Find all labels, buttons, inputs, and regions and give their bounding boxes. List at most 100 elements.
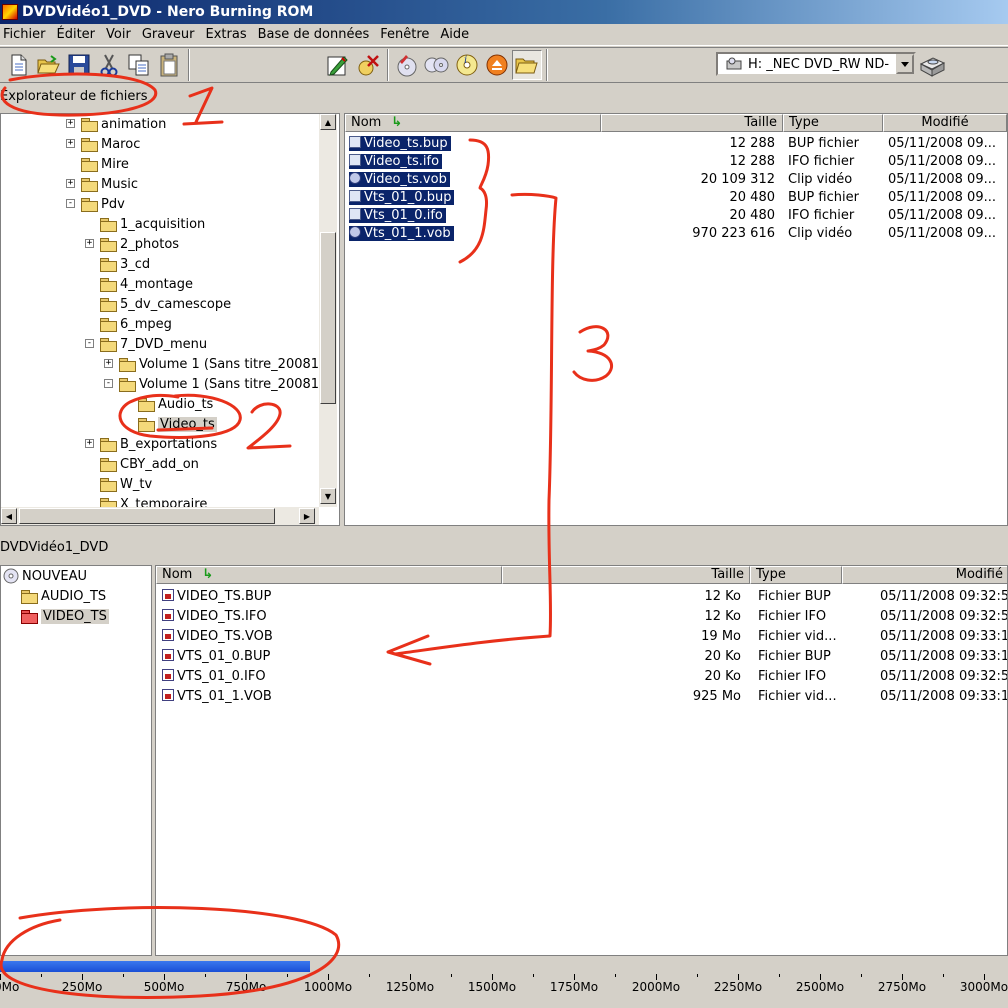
- scroll-right-arrow-icon[interactable]: ▶: [299, 508, 315, 524]
- expand-icon[interactable]: +: [66, 139, 75, 148]
- menu-graveur[interactable]: Graveur: [138, 27, 202, 42]
- scroll-left-arrow-icon[interactable]: ◀: [1, 508, 17, 524]
- collapse-icon[interactable]: -: [104, 379, 113, 388]
- tree-vertical-scrollbar[interactable]: ▲ ▼: [319, 114, 337, 507]
- compilation-file-row[interactable]: VIDEO_TS.BUP 12 Ko Fichier BUP 05/11/2008 0…: [156, 588, 1007, 606]
- new-button[interactable]: [4, 50, 34, 80]
- file-row[interactable]: Vts_01_0.ifo 20 480 IFO fichier 05/11/2008 …: [345, 207, 1007, 225]
- file-size: 20 480: [729, 190, 776, 205]
- open-button[interactable]: [34, 50, 64, 80]
- menu-editer[interactable]: Éditer: [53, 27, 103, 42]
- expand-icon[interactable]: +: [85, 239, 94, 248]
- save-button[interactable]: [64, 50, 94, 80]
- copy-disc-button[interactable]: [422, 50, 452, 80]
- compilation-file-row[interactable]: VIDEO_TS.VOB 19 Mo Fichier vid... 05/11/200…: [156, 628, 1007, 646]
- sort-arrow-icon: ↳: [391, 115, 403, 130]
- menu-fenetre[interactable]: Fenêtre: [376, 27, 436, 42]
- column-header-modified[interactable]: Modifié: [883, 114, 1007, 132]
- tree-item[interactable]: Maroc: [81, 134, 140, 154]
- file-row[interactable]: Vts_01_0.bup 20 480 BUP fichier 05/11/2008 …: [345, 189, 1007, 207]
- compilation-folder-tree[interactable]: NOUVEAU AUDIO_TS VIDEO_TS: [0, 565, 152, 956]
- tree-item[interactable]: 2_photos: [100, 234, 179, 254]
- tree-item[interactable]: 7_DVD_menu: [100, 334, 207, 354]
- expand-icon[interactable]: +: [85, 439, 94, 448]
- compilation-file-row[interactable]: VTS_01_0.IFO 20 Ko Fichier IFO 05/11/2008 0…: [156, 668, 1007, 686]
- file-name: VIDEO_TS.IFO: [162, 609, 267, 624]
- tree-item[interactable]: Audio_ts: [138, 394, 213, 414]
- collapse-icon[interactable]: -: [66, 199, 75, 208]
- tree-item[interactable]: Video_ts: [138, 414, 217, 434]
- tree-item[interactable]: animation: [81, 114, 166, 134]
- file-row[interactable]: Vts_01_1.vob 970 223 616 Clip vidéo 05/11/2…: [345, 225, 1007, 243]
- ruler-minor-tick: [533, 974, 534, 977]
- compilation-file-row[interactable]: VTS_01_1.VOB 925 Mo Fichier vid... 05/11/20…: [156, 688, 1007, 706]
- tree-item[interactable]: Mire: [81, 154, 129, 174]
- file-row[interactable]: Video_ts.bup 12 288 BUP fichier 05/11/2008 …: [345, 135, 1007, 153]
- explorer-file-list[interactable]: Nom ↳ Taille Type Modifié Video_ts.bup 12 288 B…: [344, 113, 1008, 526]
- tree-item[interactable]: Music: [81, 174, 138, 194]
- burn-button[interactable]: [323, 50, 353, 80]
- column-header-size[interactable]: Taille: [502, 566, 750, 584]
- file-row[interactable]: Video_ts.ifo 12 288 IFO fichier 05/11/2008 …: [345, 153, 1007, 171]
- collapse-icon[interactable]: -: [85, 339, 94, 348]
- tree-item[interactable]: 4_montage: [100, 274, 193, 294]
- file-name-text: VTS_01_0.BUP: [177, 649, 271, 664]
- tree-item[interactable]: 5_dv_camescope: [100, 294, 231, 314]
- folder-icon: [81, 197, 98, 212]
- cd-info-button[interactable]: i: [452, 50, 482, 80]
- column-header-type[interactable]: Type: [783, 114, 883, 132]
- file-name: Video_ts.bup: [349, 136, 451, 151]
- tree-item[interactable]: Pdv: [81, 194, 125, 214]
- file-modified: 05/11/2008 09...: [888, 172, 996, 187]
- menu-extras[interactable]: Extras: [202, 27, 254, 42]
- column-header-size[interactable]: Taille: [601, 114, 783, 132]
- column-header-type[interactable]: Type: [750, 566, 842, 584]
- expand-icon[interactable]: +: [66, 119, 75, 128]
- compilation-file-list[interactable]: Nom ↳ Taille Type Modifié VIDEO_TS.BUP 12 Ko Fi…: [155, 565, 1008, 956]
- compilation-tree-item[interactable]: VIDEO_TS: [21, 606, 109, 626]
- tree-item[interactable]: CBY_add_on: [100, 454, 199, 474]
- file-name: Vts_01_0.ifo: [349, 208, 446, 223]
- paste-button[interactable]: [154, 50, 184, 80]
- file-name-text: Vts_01_0.ifo: [364, 208, 443, 223]
- tree-horizontal-scrollbar[interactable]: ◀ ▶: [1, 507, 319, 525]
- tree-item[interactable]: 3_cd: [100, 254, 150, 274]
- tree-item[interactable]: W_tv: [100, 474, 152, 494]
- disc-info-button[interactable]: [392, 50, 422, 80]
- compilation-tree-item[interactable]: NOUVEAU: [3, 566, 87, 586]
- burner-properties-button[interactable]: [918, 52, 946, 78]
- menu-fichier[interactable]: Fichier: [0, 27, 53, 42]
- tree-item[interactable]: B_exportations: [100, 434, 217, 454]
- explorer-folder-tree[interactable]: animation + Maroc + Mire Music + Pdv - 1_acquisit…: [0, 113, 340, 526]
- column-header-name[interactable]: Nom ↳: [156, 566, 502, 584]
- ruler-label: 1250Mo: [385, 980, 435, 994]
- scroll-up-arrow-icon[interactable]: ▲: [320, 114, 336, 130]
- eject-button[interactable]: [482, 50, 512, 80]
- menu-voir[interactable]: Voir: [102, 27, 138, 42]
- compilation-tree-item[interactable]: AUDIO_TS: [21, 586, 106, 606]
- tree-item[interactable]: 1_acquisition: [100, 214, 205, 234]
- chevron-down-icon[interactable]: [896, 54, 914, 74]
- expand-icon[interactable]: +: [104, 359, 113, 368]
- media-file-icon: [162, 609, 174, 621]
- tree-item[interactable]: 6_mpeg: [100, 314, 172, 334]
- nero-app-icon: [2, 4, 18, 20]
- column-header-name[interactable]: Nom ↳: [345, 114, 601, 132]
- compilation-file-row[interactable]: VTS_01_0.BUP 20 Ko Fichier BUP 05/11/2008 0…: [156, 648, 1007, 666]
- menu-base-de-donnees[interactable]: Base de données: [254, 27, 377, 42]
- scrollbar-thumb[interactable]: [320, 232, 336, 404]
- drive-selector[interactable]: H: _NEC DVD_RW ND-: [716, 52, 916, 76]
- expand-icon[interactable]: +: [66, 179, 75, 188]
- copy-button[interactable]: [124, 50, 154, 80]
- file-browser-button[interactable]: [512, 50, 542, 80]
- column-header-modified[interactable]: Modifié: [842, 566, 1007, 584]
- scrollbar-thumb[interactable]: [19, 508, 275, 524]
- erase-button[interactable]: [353, 50, 383, 80]
- tree-item[interactable]: Volume 1 (Sans titre_200811: [119, 374, 327, 394]
- cut-button[interactable]: [94, 50, 124, 80]
- compilation-file-row[interactable]: VIDEO_TS.IFO 12 Ko Fichier IFO 05/11/2008 0…: [156, 608, 1007, 626]
- menu-aide[interactable]: Aide: [436, 27, 476, 42]
- scroll-down-arrow-icon[interactable]: ▼: [320, 488, 336, 504]
- tree-item[interactable]: Volume 1 (Sans titre_200811: [119, 354, 327, 374]
- file-row[interactable]: Video_ts.vob 20 109 312 Clip vidéo 05/11/20…: [345, 171, 1007, 189]
